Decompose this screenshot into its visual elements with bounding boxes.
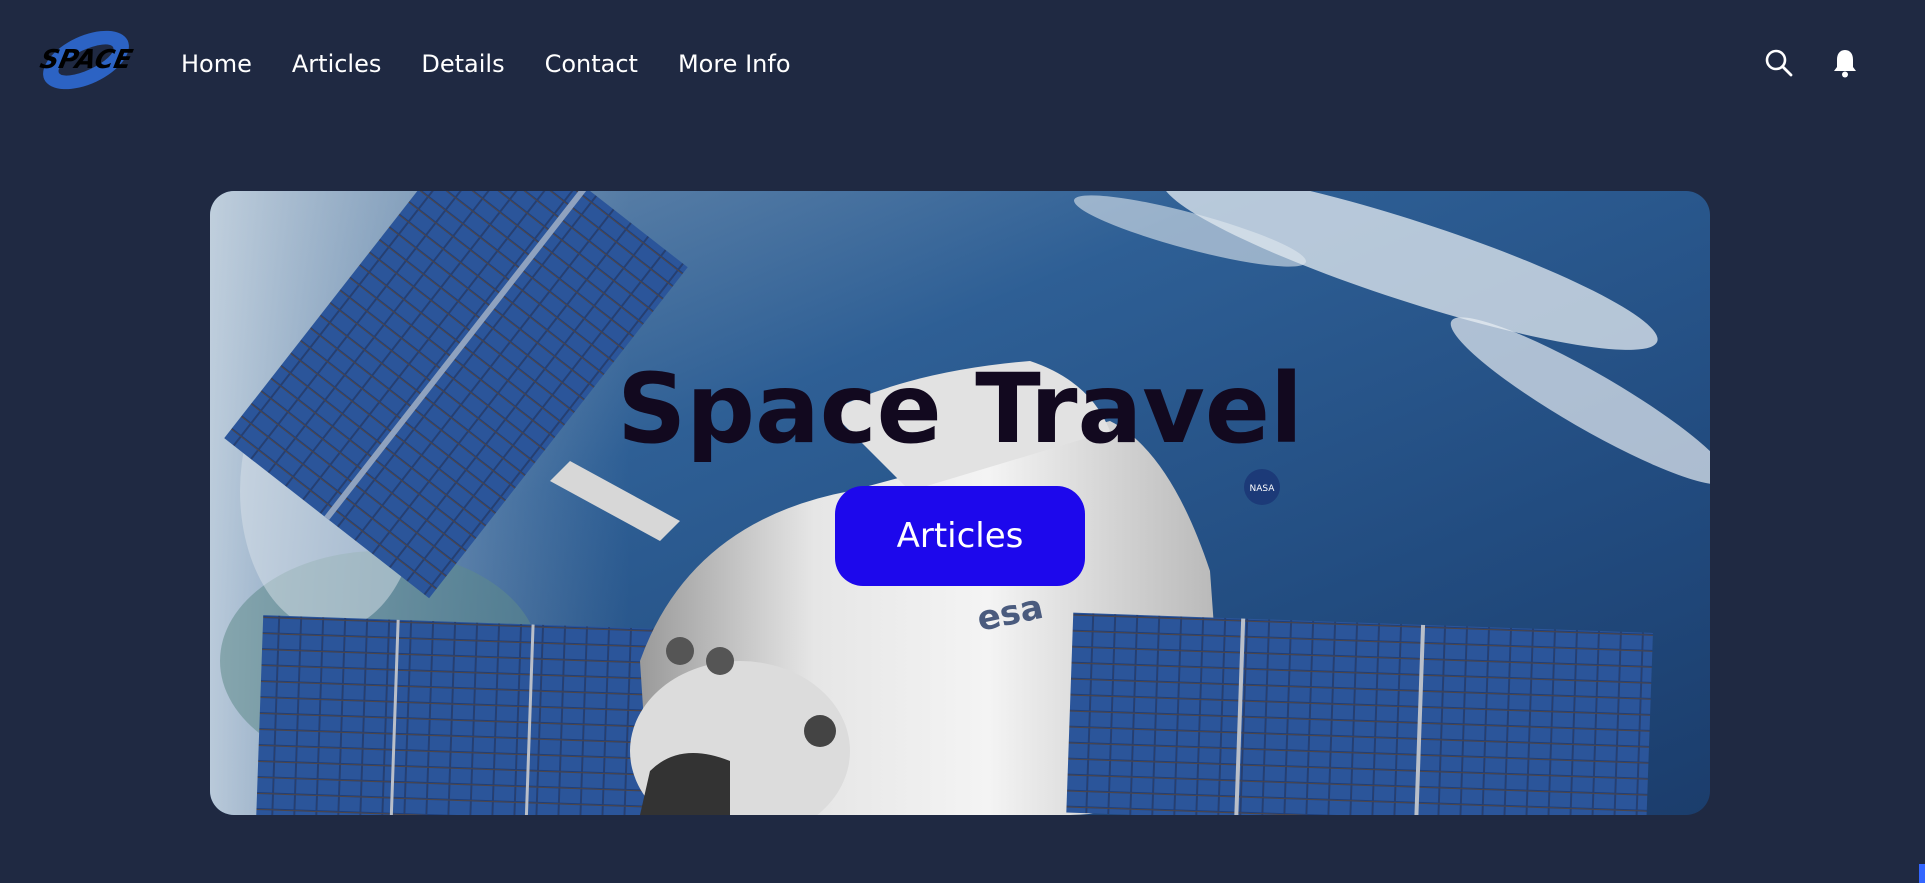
search-icon[interactable]	[1764, 46, 1794, 80]
bell-icon[interactable]	[1830, 46, 1860, 80]
nav-link-more-info[interactable]: More Info	[678, 46, 791, 82]
nav-link-home[interactable]: Home	[181, 46, 252, 82]
hero-title: Space Travel	[617, 353, 1303, 466]
logo-text: SPACE	[37, 45, 135, 75]
nasa-label: NASA	[1250, 484, 1276, 494]
scrollbar-thumb[interactable]	[1919, 864, 1925, 883]
nav-link-contact[interactable]: Contact	[545, 46, 638, 82]
main-nav: Home Articles Details Contact More Info	[181, 46, 791, 82]
top-navbar: SPACE Home Articles Details Contact More…	[0, 0, 1925, 128]
space-logo[interactable]: SPACE	[22, 28, 150, 92]
nav-icon-group	[1764, 46, 1860, 80]
articles-button[interactable]: Articles	[835, 486, 1085, 586]
nav-link-articles[interactable]: Articles	[292, 46, 382, 82]
nav-link-details[interactable]: Details	[421, 46, 504, 82]
hero-banner: esa NASA Space Travel Articles	[210, 191, 1710, 815]
